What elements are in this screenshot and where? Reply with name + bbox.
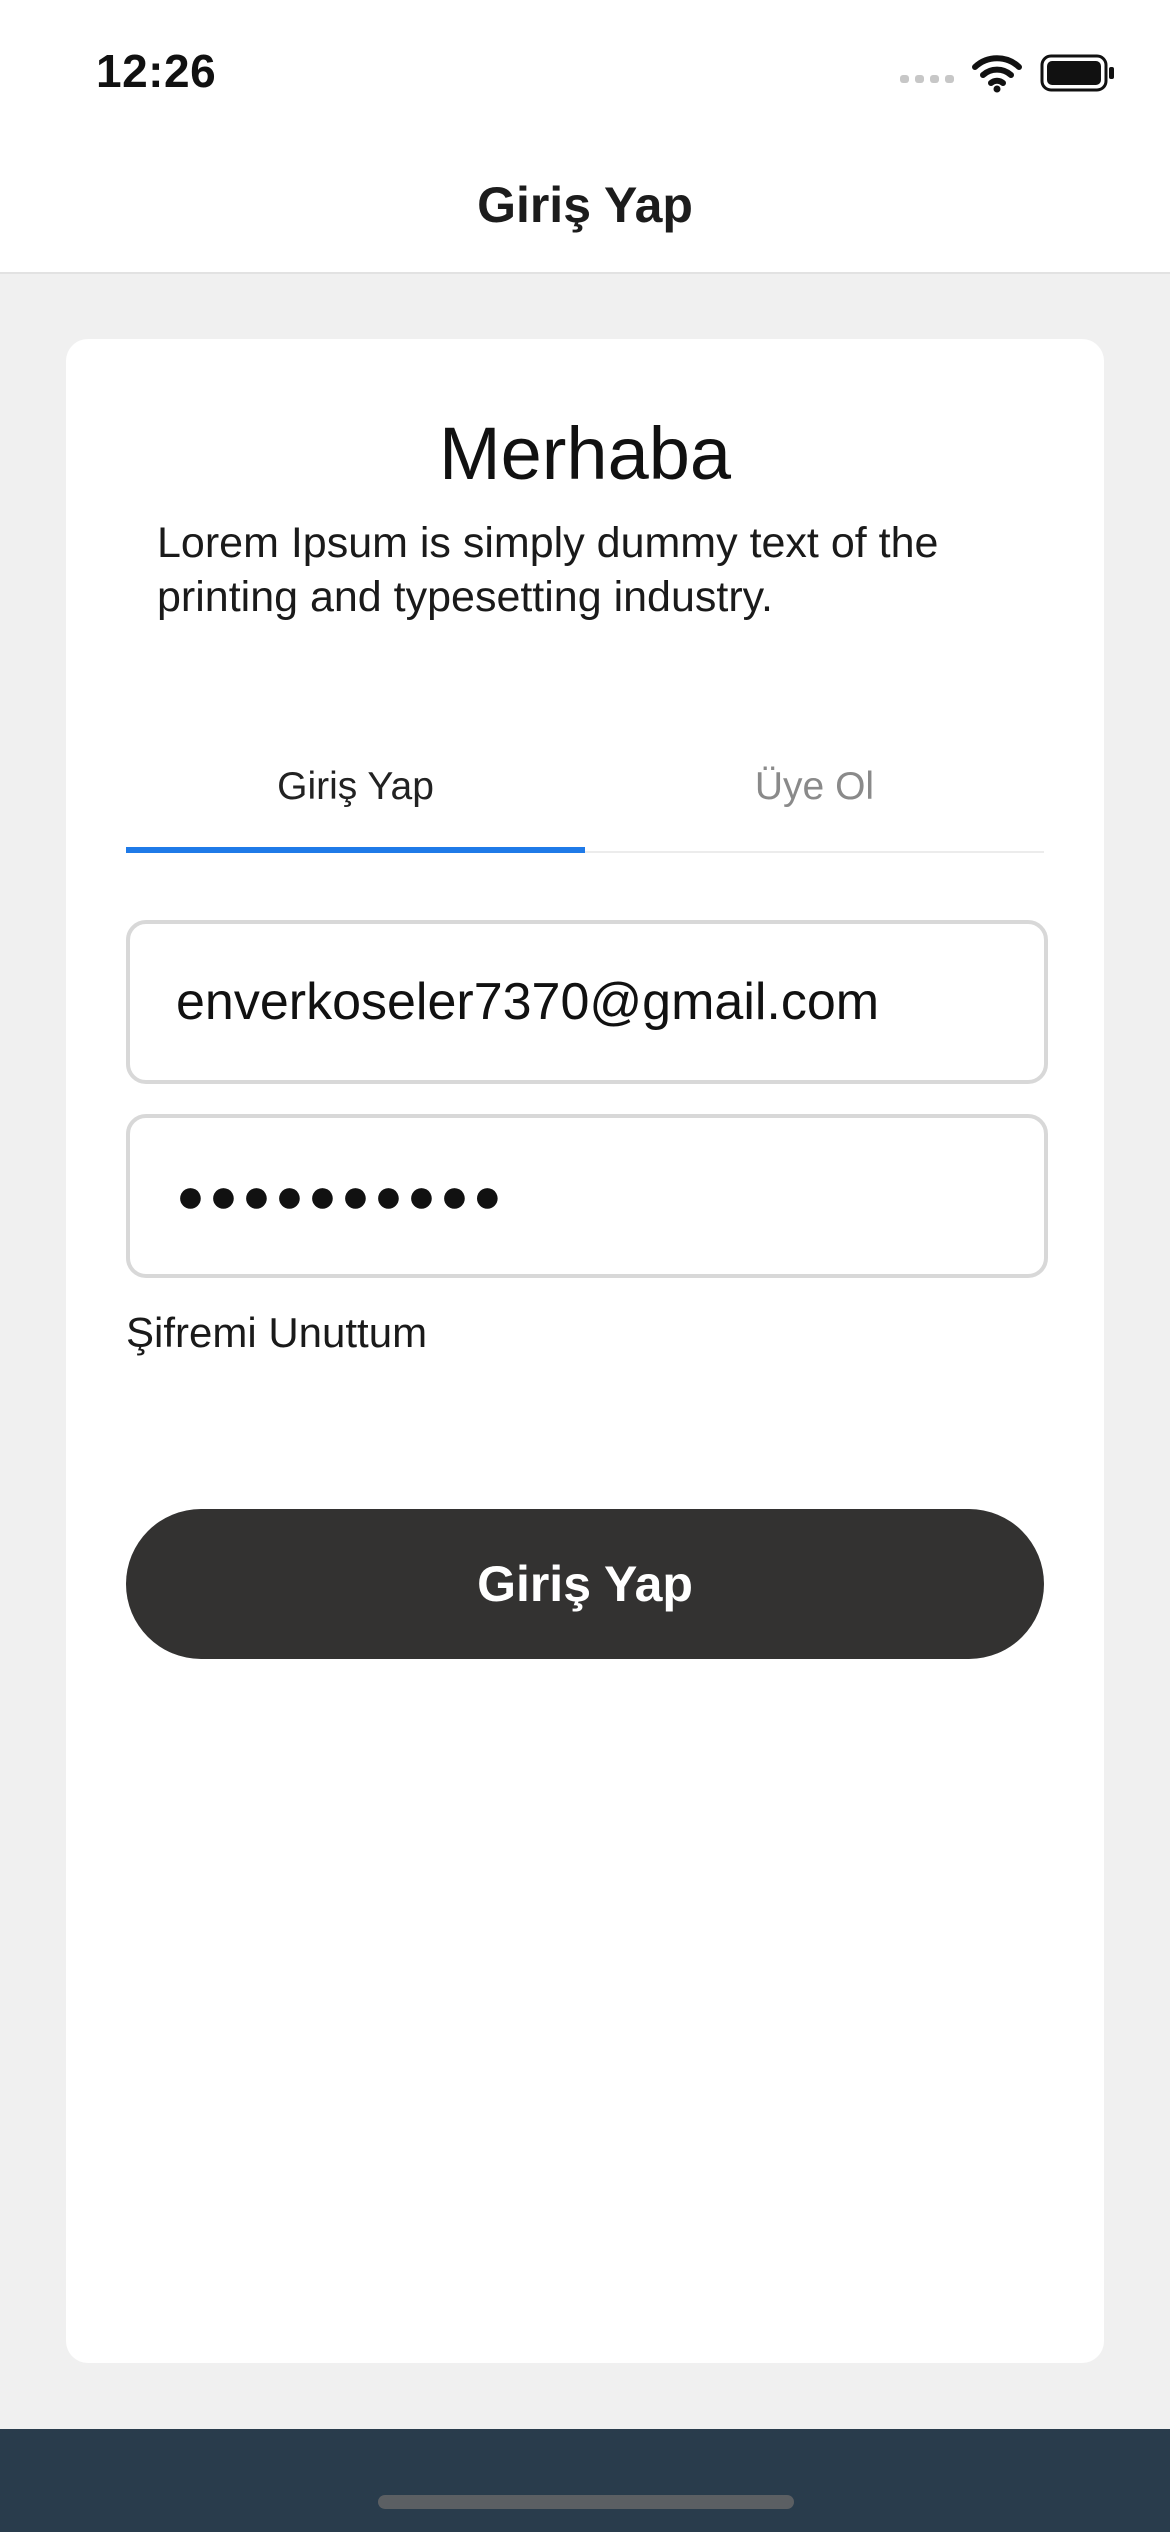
status-time: 12:26 xyxy=(96,45,217,97)
login-card: Merhaba Lorem Ipsum is simply dummy text… xyxy=(66,339,1104,2363)
battery-icon xyxy=(1040,54,1116,97)
bottom-bar xyxy=(0,2429,1170,2532)
email-field[interactable] xyxy=(176,924,1016,1080)
tab-register-label: Üye Ol xyxy=(754,765,875,808)
nav-title: Giriş Yap xyxy=(477,177,693,233)
card-title: Merhaba xyxy=(438,412,732,495)
home-indicator[interactable] xyxy=(378,2495,794,2509)
password-field[interactable] xyxy=(176,1118,1016,1274)
status-icons xyxy=(900,52,1116,98)
email-field-container xyxy=(126,920,1048,1084)
auth-tabs: Giriş Yap Üye Ol xyxy=(126,727,1044,853)
tab-login[interactable]: Giriş Yap xyxy=(126,727,585,853)
status-bar: 12:26 xyxy=(0,0,1170,150)
active-tab-indicator xyxy=(126,847,585,853)
nav-bar: Giriş Yap xyxy=(0,150,1170,274)
card-description: Lorem Ipsum is simply dummy text of the … xyxy=(157,519,939,621)
forgot-password-link[interactable]: Şifremi Unuttum xyxy=(126,1309,427,1357)
tab-login-label: Giriş Yap xyxy=(277,765,434,808)
password-field-container xyxy=(126,1114,1048,1278)
login-button[interactable]: Giriş Yap xyxy=(126,1509,1044,1659)
wifi-icon xyxy=(972,53,1022,98)
tab-register[interactable]: Üye Ol xyxy=(585,727,1044,851)
cellular-signal-icon xyxy=(900,63,954,88)
